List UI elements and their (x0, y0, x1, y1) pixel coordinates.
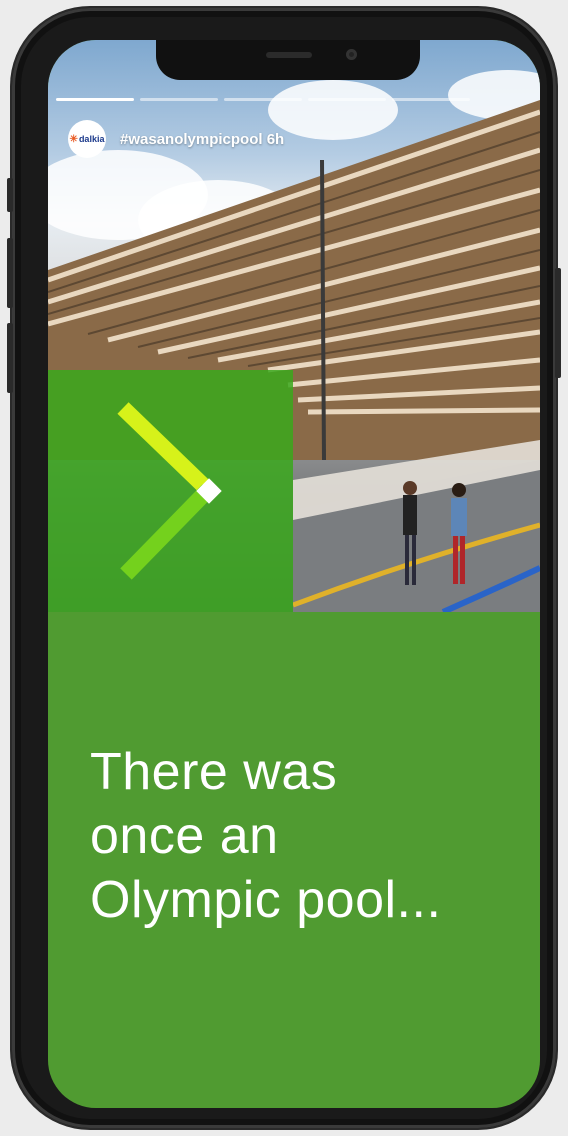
headline-line: Olympic pool... (90, 871, 442, 929)
logo-star-icon: ✳ (69, 133, 78, 145)
phone-notch (156, 40, 420, 80)
home-indicator[interactable] (48, 1104, 540, 1108)
time-ago: 6h (266, 130, 285, 148)
green-overlay-panel (48, 370, 293, 612)
story-progress-segment (308, 98, 386, 101)
avatar-logo-text: dalkia (78, 134, 105, 144)
story-progress-segment (224, 98, 302, 101)
front-camera-icon (346, 49, 357, 60)
story-screen[interactable]: ✳ dalkia #wasanolympicpool 6h There was … (48, 40, 540, 1108)
volume-up-button (7, 238, 13, 308)
volume-down-button (7, 323, 13, 393)
story-header: ✳ dalkia #wasanolympicpool 6h (68, 120, 284, 158)
story-progress-segment (140, 98, 218, 101)
walkway (293, 440, 540, 612)
right-chevron-icon (117, 402, 222, 580)
headline-line: There was (90, 743, 338, 801)
account-avatar[interactable]: ✳ dalkia (68, 120, 106, 158)
silent-switch (7, 178, 13, 212)
headline-line: once an (90, 807, 279, 865)
story-headline: There was once an Olympic pool... (90, 740, 520, 932)
story-progress-segment (56, 98, 134, 101)
speaker-grille (266, 52, 312, 58)
power-button (555, 268, 561, 378)
hashtag: #wasanolympicpool (120, 130, 263, 148)
story-progress-segment (392, 98, 470, 101)
story-title[interactable]: #wasanolympicpool 6h (120, 131, 284, 148)
